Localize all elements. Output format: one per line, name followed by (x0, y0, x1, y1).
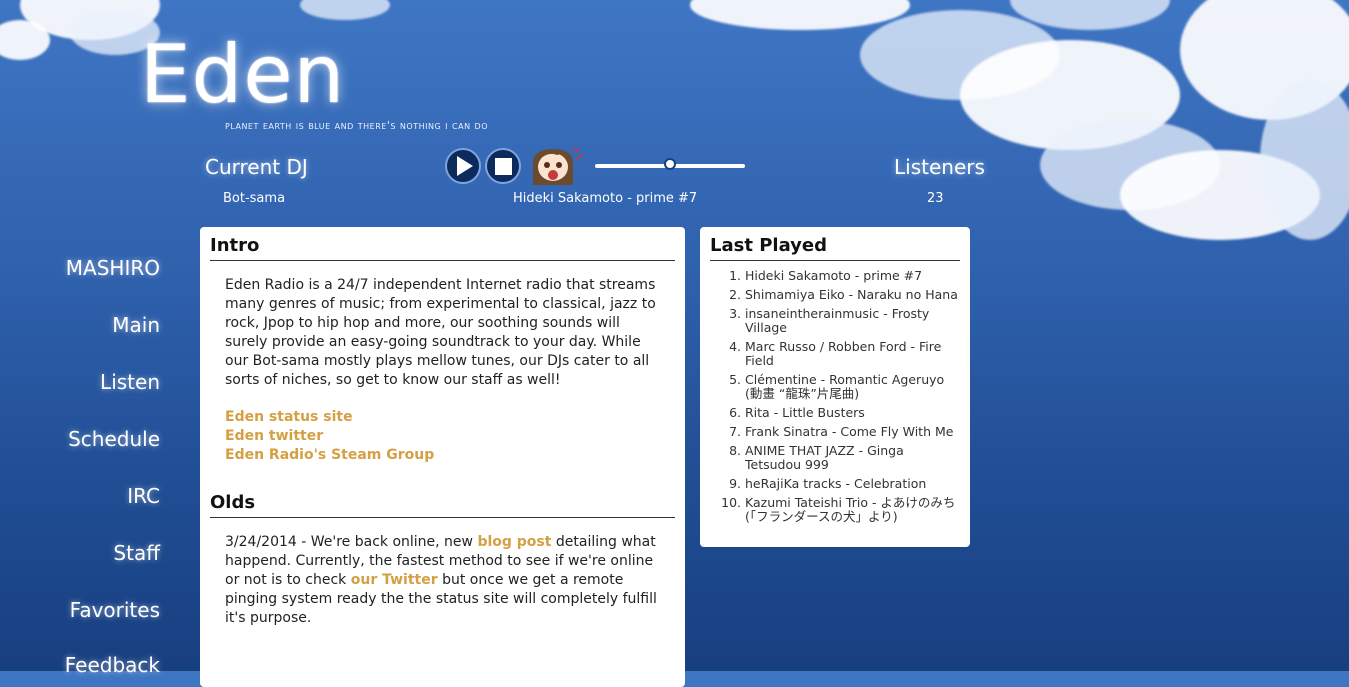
intro-links: Eden status site Eden twitter Eden Radio… (225, 408, 675, 465)
list-item: Rita - Little Busters (745, 406, 960, 420)
nav-item-mashiro[interactable]: MASHIRO (66, 256, 160, 280)
site-tagline: Planet Earth is blue and there's nothing… (225, 119, 489, 132)
list-item: Clémentine - Romantic Ageruyo (動畫 “龍珠”片尾… (745, 373, 960, 401)
twitter-link[interactable]: Eden twitter (225, 427, 675, 446)
intro-text: Eden Radio is a 24/7 independent Interne… (225, 277, 656, 388)
nav-item-listen[interactable]: Listen (100, 370, 160, 394)
list-item: insaneintherainmusic - Frosty Village (745, 307, 960, 335)
mascot-avatar (527, 146, 583, 185)
last-played-panel: Last Played Hideki Sakamoto - prime #7 S… (700, 227, 970, 547)
intro-heading: Intro (210, 235, 675, 261)
play-icon (457, 156, 473, 176)
status-site-link[interactable]: Eden status site (225, 408, 675, 427)
list-item: Shimamiya Eiko - Naraku no Hana (745, 288, 960, 302)
last-played-heading: Last Played (710, 235, 960, 261)
nav-item-favorites[interactable]: Favorites (70, 598, 160, 622)
nav-item-schedule[interactable]: Schedule (68, 427, 160, 451)
current-dj-label: Current DJ (205, 155, 308, 179)
olds-text-part: 3/24/2014 - We're back online, new (225, 534, 478, 550)
steam-group-link[interactable]: Eden Radio's Steam Group (225, 446, 675, 465)
audio-player (445, 146, 745, 185)
volume-knob[interactable] (664, 158, 676, 170)
current-dj-name: Bot-sama (223, 191, 286, 206)
nav-item-staff[interactable]: Staff (113, 541, 160, 565)
site-title: Eden (140, 28, 346, 121)
listeners-count: 23 (927, 191, 944, 206)
play-button[interactable] (445, 148, 481, 184)
list-item: heRajiKa tracks - Celebration (745, 477, 960, 491)
stop-icon (494, 157, 512, 175)
listeners-label: Listeners (894, 155, 985, 179)
volume-slider[interactable] (595, 158, 745, 170)
main-content-panel: Intro Eden Radio is a 24/7 independent I… (200, 227, 685, 687)
now-playing: Hideki Sakamoto - prime #7 (513, 191, 698, 206)
last-played-list: Hideki Sakamoto - prime #7 Shimamiya Eik… (710, 269, 960, 524)
list-item: Frank Sinatra - Come Fly With Me (745, 425, 960, 439)
list-item: Hideki Sakamoto - prime #7 (745, 269, 960, 283)
nav-item-feedback[interactable]: Feedback (65, 653, 160, 677)
olds-heading: Olds (210, 492, 675, 518)
nav-item-irc[interactable]: IRC (127, 484, 160, 508)
our-twitter-link[interactable]: our Twitter (351, 572, 438, 588)
list-item: Kazumi Tateishi Trio - よあけのみち (「フランダースの犬… (745, 496, 960, 524)
list-item: Marc Russo / Robben Ford - Fire Field (745, 340, 960, 368)
stop-button[interactable] (485, 148, 521, 184)
nav-item-main[interactable]: Main (112, 313, 160, 337)
blog-post-link[interactable]: blog post (477, 534, 551, 550)
list-item: ANIME THAT JAZZ - Ginga Tetsudou 999 (745, 444, 960, 472)
olds-text: 3/24/2014 - We're back online, new blog … (225, 533, 665, 628)
